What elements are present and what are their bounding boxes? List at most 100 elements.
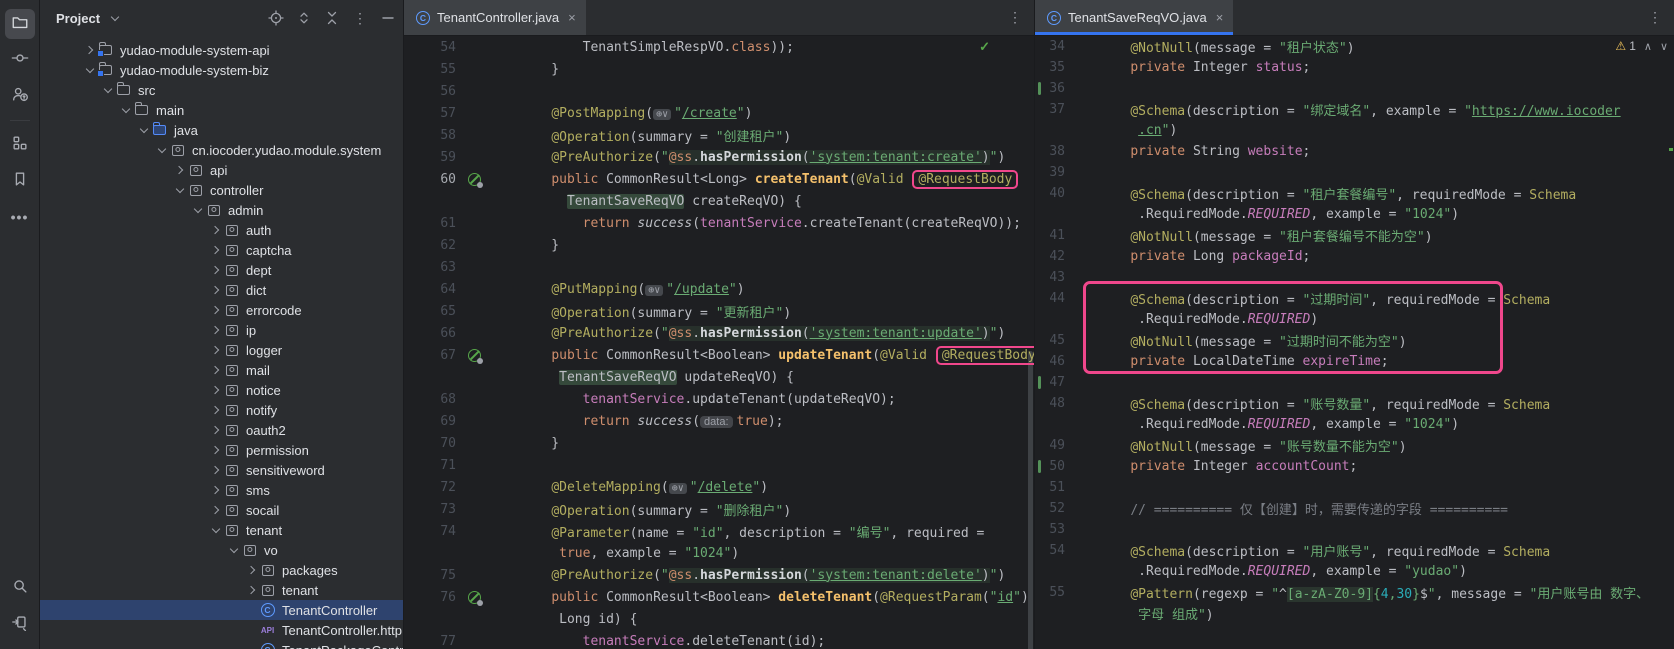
http-method-globe-icon[interactable]: ⊕∨ [669,483,687,494]
chevron-right-icon[interactable] [246,586,254,594]
tree-item-api[interactable]: api [40,160,403,180]
tree-item-auth[interactable]: auth [40,220,403,240]
chevron-right-icon[interactable] [84,46,92,54]
tree-item-controller[interactable]: controller [40,180,403,200]
chevron-right-icon[interactable] [210,486,218,494]
close-icon[interactable]: × [568,10,576,25]
openapi-gutter-icon[interactable] [456,349,492,362]
chevron-right-icon[interactable] [246,566,254,574]
chevron-right-icon[interactable] [210,446,218,454]
collapse-all-icon[interactable] [323,9,341,27]
code-editor-tenantcontroller[interactable]: ✓ 54 TenantSimpleRespVO.class));55 }5657… [404,36,1034,649]
tree-item-tenantpackagecontroller[interactable]: CTenantPackageController [40,640,403,649]
chevron-right-icon[interactable] [210,306,218,314]
http-method-globe-icon[interactable]: ⊕∨ [645,285,663,296]
chevron-right-icon[interactable] [210,406,218,414]
tree-item-dict[interactable]: dict [40,280,403,300]
locate-icon[interactable] [267,9,285,27]
tab-options-icon[interactable]: ⋮ [1636,9,1674,26]
package-icon [223,262,240,278]
line-number: 59 [404,150,456,165]
tab-options-icon[interactable]: ⋮ [996,9,1034,26]
run-anything-button[interactable] [5,609,35,639]
project-panel-title[interactable]: Project [56,11,100,26]
tree-item-notice[interactable]: notice [40,380,403,400]
tree-item-tenant[interactable]: tenant [40,580,403,600]
chevron-right-icon[interactable] [210,246,218,254]
chevron-down-icon[interactable] [211,524,219,532]
hide-icon[interactable] [379,9,397,27]
line-number: 77 [404,634,456,649]
tree-item-sensitiveword[interactable]: sensitiveword [40,460,403,480]
code-editor-tenantsavereqvo[interactable]: ⚠ 1 ∧ ∨ 34 @NotNull(message = "租户状态")35 … [1035,36,1674,649]
chevron-down-icon[interactable] [157,144,165,152]
code-line: true, example = "1024") [404,542,1034,564]
tree-item-cn.iocoder.yudao.module.system[interactable]: cn.iocoder.yudao.module.system [40,140,403,160]
search-icon [11,577,29,600]
code-text: @Schema(description = "租户套餐编号", required… [1065,184,1674,203]
chevron-down-icon[interactable] [175,184,183,192]
tree-item-java[interactable]: java [40,120,403,140]
tab-tenantsavereqvo-java[interactable]: C TenantSaveReqVO.java × [1035,0,1233,35]
tree-item-dept[interactable]: dept [40,260,403,280]
tree-item-packages[interactable]: packages [40,560,403,580]
chevron-down-icon[interactable] [229,544,237,552]
tree-item-notify[interactable]: notify [40,400,403,420]
code-text: @Operation(summary = "更新租户") [492,302,1034,321]
more-icon[interactable]: ⋮ [351,9,369,27]
openapi-gutter-icon[interactable] [456,591,492,604]
chevron-right-icon[interactable] [210,326,218,334]
tree-item-vo[interactable]: vo [40,540,403,560]
tree-item-permission[interactable]: permission [40,440,403,460]
structure-tool-button[interactable] [5,130,35,160]
tab-tenantcontroller-java[interactable]: C TenantController.java × [404,0,586,35]
tree-item-ip[interactable]: ip [40,320,403,340]
chevron-down-icon[interactable] [103,84,111,92]
chevron-right-icon[interactable] [210,286,218,294]
tree-item-mail[interactable]: mail [40,360,403,380]
search-everywhere-button[interactable] [5,573,35,603]
class-icon: C [259,642,276,649]
chevron-down-icon[interactable] [193,204,201,212]
tree-item-logger[interactable]: logger [40,340,403,360]
http-method-globe-icon[interactable]: ⊕∨ [653,109,671,120]
chevron-down-icon[interactable] [139,124,147,132]
chevron-right-icon[interactable] [210,506,218,514]
expand-all-icon[interactable] [295,9,313,27]
close-icon[interactable]: × [1216,10,1224,25]
chevron-right-icon[interactable] [174,166,182,174]
commit-tool-button[interactable] [5,45,35,75]
bookmarks-tool-button[interactable] [5,166,35,196]
tree-item-tenant[interactable]: tenant [40,520,403,540]
tree-item-captcha[interactable]: captcha [40,240,403,260]
tree-item-yudao-module-system-biz[interactable]: yudao-module-system-biz [40,60,403,80]
class-icon: C [1047,11,1061,25]
tree-item-tenantcontroller[interactable]: CTenantController [40,600,403,620]
tree-item-sms[interactable]: sms [40,480,403,500]
bookmark-icon [11,170,29,193]
chevron-down-icon[interactable] [85,64,93,72]
project-tool-button[interactable] [5,9,35,39]
tree-item-src[interactable]: src [40,80,403,100]
code-line: 75 @PreAuthorize("@ss.hasPermission('sys… [404,564,1034,586]
chevron-right-icon[interactable] [210,346,218,354]
tree-item-errorcode[interactable]: errorcode [40,300,403,320]
more-tool-windows-button[interactable]: ••• [5,202,35,232]
chevron-right-icon[interactable] [210,426,218,434]
chevron-down-icon[interactable] [107,11,122,26]
chevron-down-icon[interactable] [121,104,129,112]
tree-item-admin[interactable]: admin [40,200,403,220]
openapi-gutter-icon[interactable] [456,173,492,186]
code-text: public CommonResult<Boolean> updateTenan… [492,348,1034,363]
tree-item-oauth2[interactable]: oauth2 [40,420,403,440]
chevron-right-icon[interactable] [210,466,218,474]
chevron-right-icon[interactable] [210,366,218,374]
chevron-right-icon[interactable] [210,226,218,234]
tree-item-socail[interactable]: socail [40,500,403,520]
tree-item-tenantcontroller.http[interactable]: APITenantController.http [40,620,403,640]
chevron-right-icon[interactable] [210,266,218,274]
tree-item-main[interactable]: main [40,100,403,120]
code-with-me-tool-button[interactable] [5,81,35,111]
chevron-right-icon[interactable] [210,386,218,394]
tree-item-yudao-module-system-api[interactable]: yudao-module-system-api [40,40,403,60]
